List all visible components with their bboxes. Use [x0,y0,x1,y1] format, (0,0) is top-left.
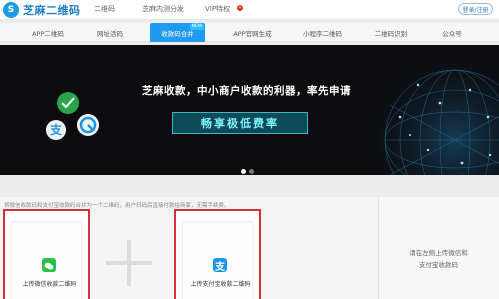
carousel-dot-1[interactable] [241,169,246,174]
upload-alipay-label: 上传支付宝收款二维码 [190,281,251,288]
nav-beta-distribution[interactable]: 芝麻内测分发 [142,4,184,14]
logo-text: 芝麻二维码 [23,4,81,17]
promo-low-fee-button[interactable]: 畅享极低费率 [172,112,308,134]
plus-icon [106,240,152,286]
alipay-icon: 支 [213,258,227,273]
promo-banner[interactable]: 支 [0,45,499,175]
new-badge: NEW [190,24,204,30]
upload-hint-line1: 请在左侧上传微信和 [409,249,468,257]
upload-alipay-card[interactable]: 支 上传支付宝收款二维码 [174,209,261,299]
svg-text:支: 支 [49,122,63,137]
wechat-icon [42,258,56,272]
tab-official-account[interactable]: 公众号 [432,23,472,42]
carousel-dot-2[interactable] [249,169,254,174]
upload-wechat-label: 上传微信收款二维码 [22,281,77,288]
banner-headline: 芝麻收款，中小商户收款的利器，率先申请 [142,85,351,97]
tab-qrcode-recognition[interactable]: 二维码识别 [365,23,417,42]
upload-hint-line2: 支付宝收款码 [419,261,458,269]
upload-wechat-card[interactable]: 上传微信收款二维码 [3,209,90,299]
tab-miniprogram-qrcode[interactable]: 小程序二维码 [295,23,350,42]
card-inner: 上传微信收款二维码 [11,221,82,299]
payment-coins-icon: 支 [46,92,99,140]
nav-vip[interactable]: VIP特权 [205,4,230,14]
hot-badge-icon: • [237,5,243,11]
logo-icon: S [3,2,19,18]
nav-qrcode[interactable]: 二维码 [94,4,115,14]
tab-app-qrcode[interactable]: APP二维码 [18,23,78,42]
svg-text:支: 支 [214,260,226,273]
upload-hint: 请在左侧上传微信和 支付宝收款码 [378,247,499,271]
intro-text: 将微信收款码和支付宝收款码合并为一个二维码，用户扫码后直接付款给商家，无需手续费… [4,203,230,209]
card-inner: 支 上传支付宝收款二维码 [182,221,253,299]
tab-app-website[interactable]: APP官网生成 [225,23,280,42]
tab-url-livecode[interactable]: 网址活码 [85,23,135,42]
login-register-button[interactable]: 登录/注册 [458,3,493,15]
logo[interactable]: S 芝麻二维码 [3,2,81,18]
